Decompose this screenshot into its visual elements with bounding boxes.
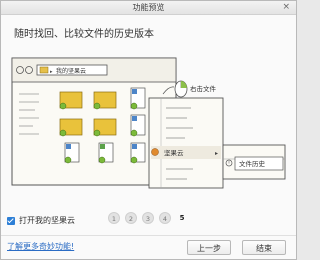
submenu-arrow-icon: ▸: [215, 150, 218, 157]
title-bar: 功能预览 ×: [1, 1, 296, 15]
mouse-icon: [174, 80, 188, 98]
finish-button[interactable]: 结束: [242, 240, 286, 255]
menu-item-nutstore-highlight: [151, 146, 221, 159]
nutstore-icon: [151, 148, 159, 156]
document-item: [98, 142, 114, 164]
document-item: [130, 114, 146, 137]
open-nutstore-option[interactable]: 打开我的坚果云: [7, 215, 75, 227]
page-indicator: 1 2 3 4 5: [108, 212, 193, 224]
document-item: [130, 142, 146, 164]
page-headline: 随时找回、比较文件的历史版本: [14, 29, 154, 40]
footer-divider: [1, 235, 296, 236]
prev-button[interactable]: 上一步: [187, 240, 231, 255]
close-icon[interactable]: ×: [282, 1, 290, 13]
open-nutstore-label: 打开我的坚果云: [19, 216, 75, 225]
document-item: [64, 142, 80, 164]
breadcrumb-text: 我的坚果云: [56, 67, 86, 75]
folder-item: [93, 118, 117, 137]
folder-icon: [39, 66, 49, 74]
learn-more-link[interactable]: 了解更多奇妙功能!: [7, 242, 74, 252]
folder-item: [93, 91, 117, 110]
folder-item: [59, 91, 83, 110]
document-item: [130, 87, 146, 110]
folder-item: [59, 118, 83, 137]
submenu-item-file-history: 文件历史: [239, 159, 266, 168]
window-title: 功能预览: [132, 3, 165, 12]
context-menu: [148, 97, 224, 189]
open-nutstore-checkbox[interactable]: [7, 217, 15, 225]
page-dot-3[interactable]: 3: [142, 212, 154, 224]
folder-grid: [59, 87, 146, 164]
feature-illustration: ▸ 我的坚果云 右击文件 坚果云 ▸ 文件历史: [11, 56, 293, 198]
feature-preview-dialog: 功能预览 × 随时找回、比较文件的历史版本 ▸ 我的坚果云 右击文件 坚果云 ▸…: [0, 0, 297, 260]
page-dot-2[interactable]: 2: [125, 212, 137, 224]
page-dot-1[interactable]: 1: [108, 212, 120, 224]
page-dot-current: 5: [179, 214, 185, 222]
context-menu-item-nutstore: 坚果云: [164, 148, 184, 157]
page-dot-4[interactable]: 4: [159, 212, 171, 224]
callout-label: 右击文件: [190, 84, 217, 93]
